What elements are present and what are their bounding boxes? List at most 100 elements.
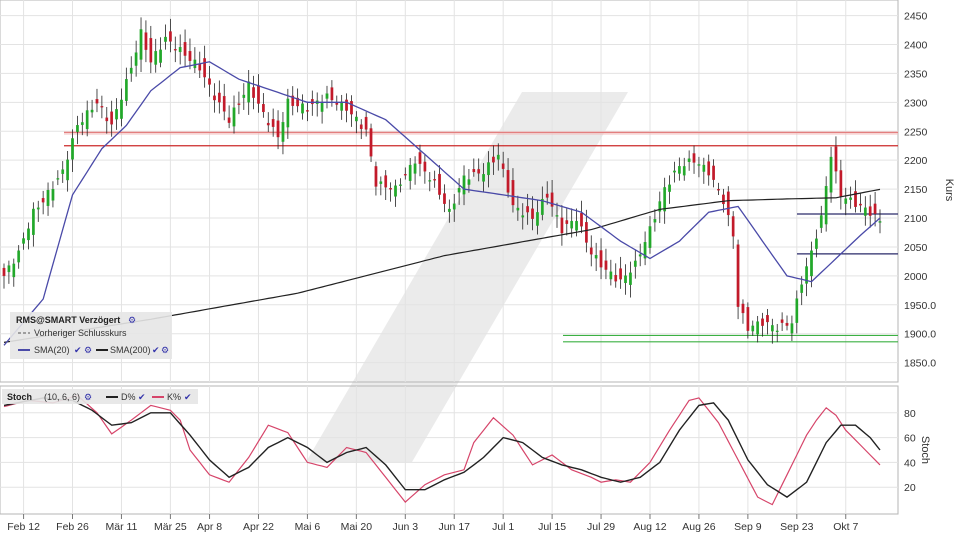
price-tick-label: 2000 <box>904 271 928 283</box>
x-tick-label: Jun 17 <box>438 521 470 533</box>
d-check-icon[interactable]: ✔ <box>138 392 146 402</box>
candle-down <box>364 116 368 130</box>
candle-down <box>839 170 843 198</box>
candle-up <box>159 49 162 63</box>
candle-up <box>164 36 167 42</box>
k-check-icon[interactable]: ✔ <box>184 392 192 402</box>
candle-up <box>819 215 823 228</box>
candle-down <box>614 274 618 282</box>
stoch-panel-frame <box>0 385 899 515</box>
candle-down <box>330 87 334 101</box>
candle-up <box>536 212 539 226</box>
candle-up <box>247 81 251 103</box>
candle-down <box>619 268 622 280</box>
candle-down <box>173 49 177 51</box>
candle-up <box>22 238 25 244</box>
candle-up <box>609 271 613 280</box>
candle-down <box>560 217 564 234</box>
candle-down <box>345 99 348 111</box>
candle-up <box>663 187 667 212</box>
stoch-settings-icon[interactable]: ⚙ <box>84 392 92 402</box>
candle-down <box>169 31 172 42</box>
price-tick-label: 2200 <box>904 155 928 167</box>
sma200-check-icon[interactable]: ✔ <box>152 345 160 355</box>
candle-up <box>653 219 657 223</box>
legend-sma20: SMA(20) <box>34 345 70 355</box>
candle-up <box>815 238 818 249</box>
candle-up <box>648 226 652 248</box>
candle-down <box>203 58 206 78</box>
candle-down <box>545 193 549 198</box>
candle-down <box>707 161 711 176</box>
candle-down <box>271 119 275 127</box>
price-tick-label: 1950.0 <box>904 300 936 312</box>
candle-up <box>673 170 676 173</box>
candle-down <box>859 203 862 206</box>
x-tick-label: Sep 23 <box>780 521 813 533</box>
candle-down <box>580 213 583 227</box>
candle-up <box>756 321 760 335</box>
candle-up <box>496 154 500 160</box>
sma200-settings-icon[interactable]: ⚙ <box>161 345 169 355</box>
candle-up <box>301 103 304 114</box>
candle-down <box>477 169 481 174</box>
candle-down <box>501 163 505 169</box>
candle-up <box>849 197 852 200</box>
sma20-settings-icon[interactable]: ⚙ <box>84 345 92 355</box>
legend-prev-close: Vorheriger Schlusskurs <box>34 328 127 338</box>
candle-up <box>90 109 94 113</box>
stoch-tick-label: 60 <box>904 433 916 445</box>
sma20-check-icon[interactable]: ✔ <box>74 345 82 355</box>
candle-up <box>521 215 525 218</box>
resistance-band <box>64 131 898 135</box>
candle-up <box>325 93 329 99</box>
candle-down <box>766 315 769 323</box>
candle-down <box>105 117 109 122</box>
candle-up <box>452 203 456 210</box>
candle-down <box>310 99 314 105</box>
price-tick-label: 2400 <box>904 39 928 51</box>
watermark-logo <box>306 92 628 462</box>
candle-up <box>829 156 833 193</box>
candle-down <box>266 122 270 126</box>
candle-up <box>863 207 867 216</box>
x-tick-label: Mär 11 <box>105 521 137 533</box>
candle-down <box>369 128 373 157</box>
x-tick-label: Jul 29 <box>587 521 615 533</box>
candle-up <box>379 181 383 184</box>
candle-down <box>438 173 441 195</box>
price-tick-label: 2050 <box>904 242 928 254</box>
candle-up <box>124 79 128 101</box>
candle-up <box>139 29 143 60</box>
x-tick-label: Jul 1 <box>492 521 514 533</box>
candle-up <box>115 109 118 120</box>
candle-up <box>66 159 69 181</box>
candle-down <box>217 92 221 103</box>
candle-up <box>71 138 74 160</box>
candle-up <box>668 184 671 192</box>
candle-down <box>565 220 569 224</box>
candle-up <box>638 254 642 257</box>
candle-up <box>594 255 598 259</box>
candle-up <box>46 189 50 206</box>
candle-up <box>61 169 65 174</box>
candle-up <box>408 164 412 181</box>
candle-up <box>178 47 182 53</box>
price-tick-label: 2150 <box>904 184 928 196</box>
candle-up <box>678 166 681 174</box>
candle-up <box>27 228 30 241</box>
candle-up <box>575 220 578 231</box>
x-tick-label: Mai 20 <box>341 521 373 533</box>
candle-down <box>359 124 363 130</box>
candle-up <box>462 175 466 195</box>
x-tick-label: Aug 12 <box>633 521 666 533</box>
legend-symbol-settings-icon[interactable]: ⚙ <box>128 315 136 325</box>
candle-up <box>775 330 779 333</box>
candle-down <box>873 203 877 214</box>
stoch-title: Stoch <box>7 392 32 402</box>
candle-up <box>751 325 755 332</box>
price-y-axis: 2450 2400 2350 2300 2250 2200 2150 2100 2050 2000… <box>904 11 936 370</box>
candle-down <box>227 117 231 123</box>
candle-down <box>237 103 241 105</box>
candle-up <box>286 98 290 128</box>
